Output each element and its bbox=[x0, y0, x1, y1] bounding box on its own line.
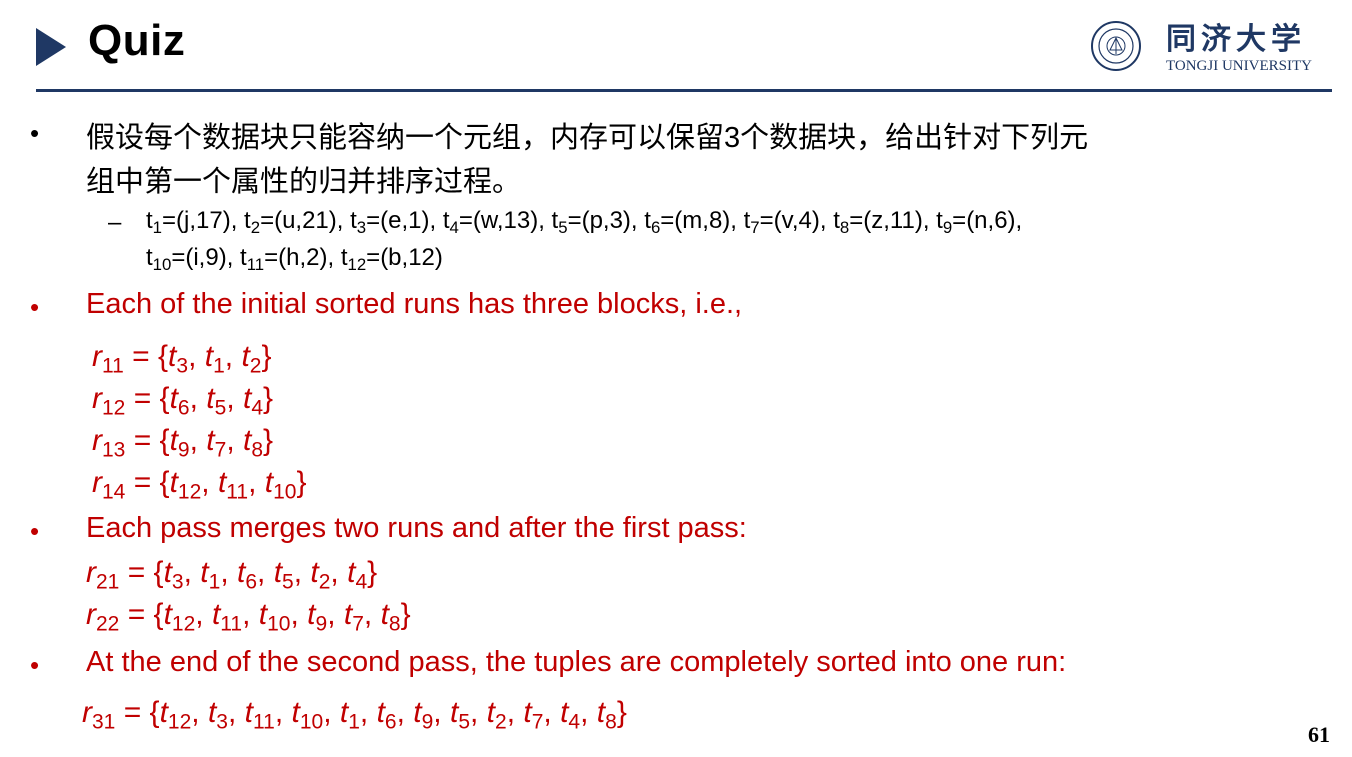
run-r31: r31 = {t12, t3, t11, t10, t1, t6, t9, t5… bbox=[82, 696, 627, 734]
run-r22: r22 = {t12, t11, t10, t9, t7, t8} bbox=[86, 598, 411, 636]
sub-bullet-dash: – bbox=[108, 209, 122, 236]
run-r12: r12 = {t6, t5, t4} bbox=[92, 382, 274, 420]
tuple-list-line-2: t10=(i,9), t11=(h,2), t12=(b,12) bbox=[146, 244, 443, 275]
bullet-second-pass: At the end of the second pass, the tuple… bbox=[86, 646, 1067, 678]
question-line-1: 假设每个数据块只能容纳一个元组，内存可以保留3个数据块，给出针对下列元 bbox=[86, 122, 1089, 154]
run-r13: r13 = {t9, t7, t8} bbox=[92, 424, 274, 462]
page-title: Quiz bbox=[88, 16, 186, 65]
header-divider bbox=[36, 89, 1332, 92]
run-r21: r21 = {t3, t1, t6, t5, t2, t4} bbox=[86, 556, 378, 594]
university-seal-icon bbox=[1091, 21, 1141, 71]
run-r11: r11 = {t3, t1, t2} bbox=[92, 340, 272, 378]
page-number: 61 bbox=[1308, 722, 1330, 747]
question-line-2: 组中第一个属性的归并排序过程。 bbox=[86, 166, 522, 198]
bullet-dot: • bbox=[30, 650, 40, 680]
tuple-list-line-1: t1=(j,17), t2=(u,21), t3=(e,1), t4=(w,13… bbox=[146, 207, 1023, 238]
university-logo-english: TONGJI UNIVERSITY bbox=[1166, 58, 1312, 74]
bullet-dot: • bbox=[30, 292, 40, 322]
bullet-first-pass: Each pass merges two runs and after the … bbox=[86, 512, 747, 544]
bullet-dot: • bbox=[30, 118, 40, 148]
run-r14: r14 = {t12, t11, t10} bbox=[92, 466, 307, 504]
university-logo-chinese: 同济大学 bbox=[1166, 22, 1306, 57]
bullet-initial-runs: Each of the initial sorted runs has thre… bbox=[86, 288, 743, 320]
title-arrow-icon bbox=[36, 28, 66, 66]
bullet-dot: • bbox=[30, 516, 40, 546]
